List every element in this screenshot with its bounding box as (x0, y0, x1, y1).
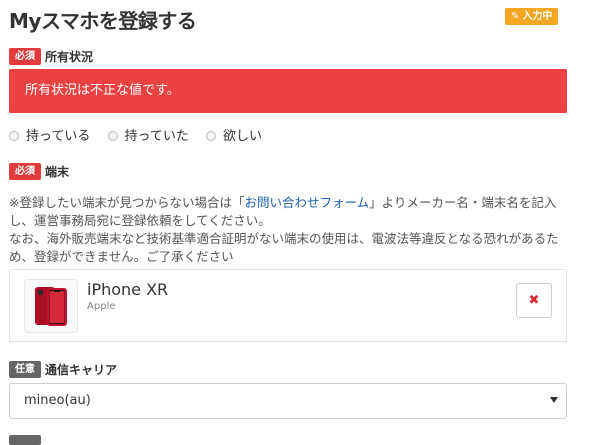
caret-down-icon (550, 397, 558, 403)
radio-label: 持っていた (124, 129, 189, 144)
radio-circle-icon[interactable] (107, 130, 118, 141)
selected-device-card: iPhone XR Apple ✖ (9, 269, 567, 342)
ownership-section-label: 必須 所有状況 (9, 48, 93, 65)
status-badge-label: 入力中 (522, 11, 553, 22)
radio-want[interactable]: 欲しい (206, 125, 262, 144)
ownership-label: 所有状況 (45, 50, 94, 64)
radio-label: 持っている (26, 129, 91, 144)
radio-have[interactable]: 持っている (9, 125, 90, 144)
carrier-select-value: mineo(au) (24, 393, 91, 408)
page-title: Myスマホを登録する (9, 9, 197, 33)
carrier-label: 通信キャリア (45, 363, 118, 377)
radio-circle-icon[interactable] (206, 130, 216, 141)
required-badge: 必須 (9, 163, 41, 180)
ownership-radio-group: 持っている 持っていた 欲しい (9, 125, 275, 144)
radio-had[interactable]: 持っていた (107, 125, 189, 144)
optional-badge: 任意 (9, 361, 41, 378)
contact-form-link[interactable]: お問い合わせフォーム (244, 195, 369, 210)
carrier-select[interactable]: mineo(au) (9, 383, 567, 419)
status-badge: ✎ 入力中 (505, 8, 559, 25)
register-phone-page: Myスマホを登録する ✎ 入力中 必須 所有状況 所有状況は不正な値です。 持ってい… (0, 0, 607, 445)
ownership-error-message: 所有状況は不正な値です。 (9, 69, 567, 113)
notice-text: ※登録したい端末が見つからない場合は「 (9, 195, 245, 210)
device-maker: Apple (87, 301, 116, 312)
device-notice: ※登録したい端末が見つからない場合は「お問い合わせフォーム」よりメーカー名・端末… (9, 194, 569, 266)
device-thumbnail (24, 279, 78, 333)
pencil-square-icon: ✎ (511, 11, 520, 22)
next-section-badge (9, 435, 41, 445)
device-name: iPhone XR (87, 280, 169, 299)
radio-label: 欲しい (223, 129, 263, 144)
iphone-image-icon (35, 287, 67, 326)
notice-text: なお、海外販売端末など技術基準適合証明がない端末の使用は、電波法等違反となる恐れ… (9, 231, 559, 264)
radio-circle-icon[interactable] (9, 130, 19, 141)
carrier-section-label: 任意 通信キャリア (9, 361, 117, 378)
required-badge: 必須 (9, 48, 41, 65)
remove-device-button[interactable]: ✖ (516, 283, 552, 318)
times-icon: ✖ (528, 293, 540, 308)
device-label: 端末 (45, 165, 70, 179)
device-section-label: 必須 端末 (9, 163, 69, 180)
